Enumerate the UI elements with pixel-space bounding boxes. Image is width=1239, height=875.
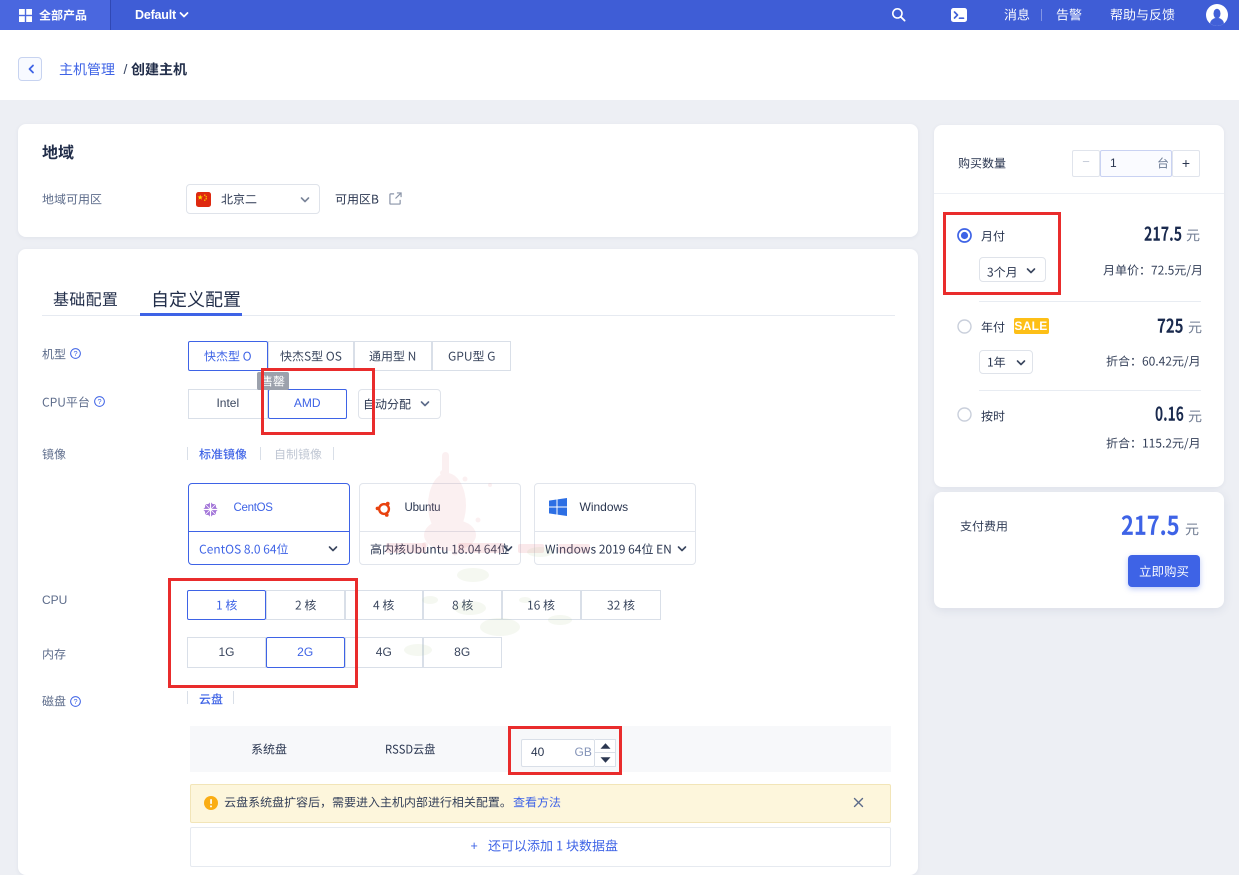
svg-text:?: ? xyxy=(97,397,101,406)
svg-text:?: ? xyxy=(73,697,77,706)
svg-text:?: ? xyxy=(73,349,77,358)
